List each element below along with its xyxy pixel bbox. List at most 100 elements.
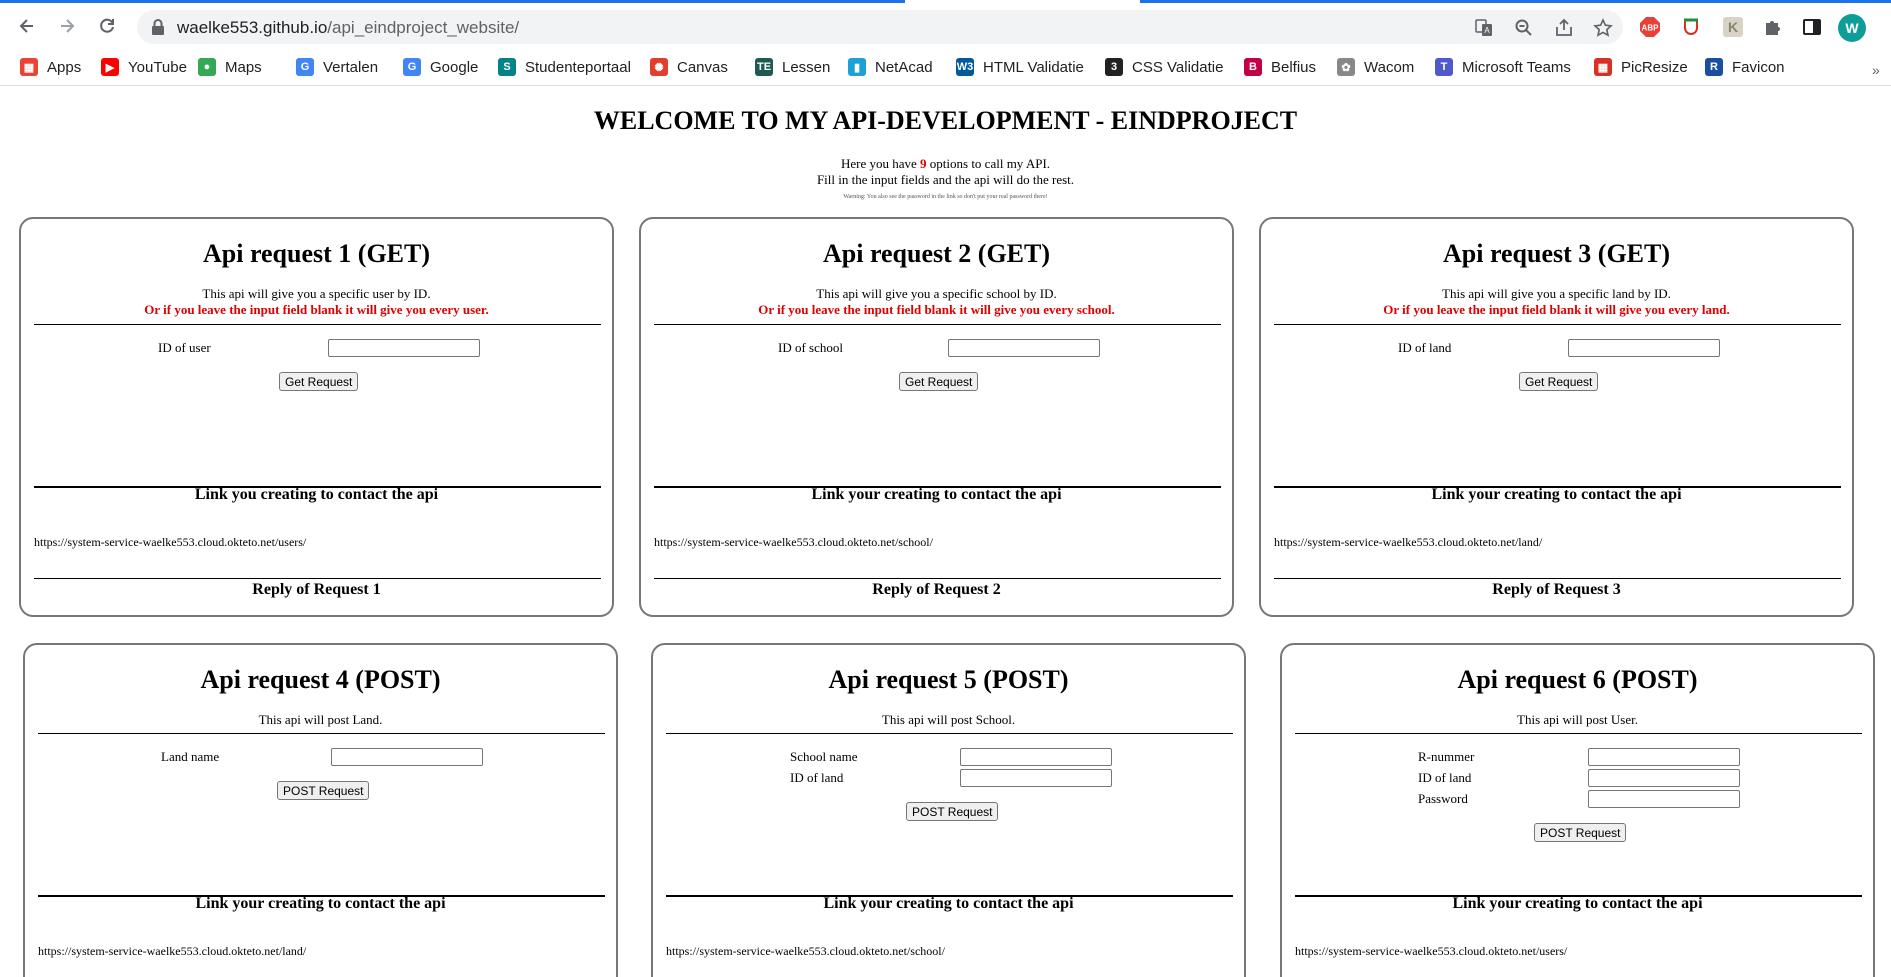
bookmark-belfius[interactable]: B Belfius	[1244, 56, 1316, 78]
password-warning: Warning: You also see the password in th…	[843, 194, 1048, 200]
bookmark-vertalen[interactable]: G Vertalen	[296, 56, 378, 78]
bookmark-css-validatie[interactable]: 3 CSS Validatie	[1105, 56, 1223, 78]
land-name-input[interactable]	[331, 748, 483, 766]
api-request-card-1: Api request 1 (GET) This api will give y…	[19, 217, 614, 617]
google-icon: G	[403, 58, 421, 76]
field-label: ID of user	[158, 340, 211, 355]
bookmark-microsoft-teams[interactable]: T Microsoft Teams	[1435, 56, 1571, 78]
bookmark-apps[interactable]: ▦ Apps	[20, 56, 81, 78]
profile-avatar[interactable]: W	[1838, 14, 1866, 42]
url-path: /api_eindproject_website/	[327, 18, 520, 37]
card-title: Api request 2 (GET)	[822, 239, 1051, 268]
api-link: https://system-service-waelke553.cloud.o…	[1274, 535, 1543, 549]
card-description: This api will post School.	[653, 712, 1244, 728]
forward-button[interactable]	[52, 11, 82, 41]
side-panel-icon[interactable]	[1799, 14, 1825, 40]
bookmark-lessen[interactable]: TE Lessen	[755, 56, 830, 78]
get-request-button-3[interactable]: Get Request	[1519, 372, 1599, 391]
card-title: Api request 1 (GET)	[202, 239, 431, 268]
card-desc-text: This api will give you a specific school…	[816, 286, 1057, 301]
bookmark-html-validatie[interactable]: W3 HTML Validatie	[956, 56, 1084, 78]
page-content: WELCOME TO MY API-DEVELOPMENT - EINDPROJ…	[0, 86, 1891, 977]
maps-pin-icon: ●	[198, 58, 216, 76]
post-request-button-5[interactable]: POST Request	[906, 802, 999, 821]
bookmark-label: PicResize	[1621, 58, 1688, 76]
bookmarks-overflow-chevron-icon[interactable]: »	[1872, 62, 1880, 78]
belfius-icon: B	[1244, 58, 1262, 76]
canvas-icon: ✺	[650, 58, 668, 76]
id-of-school-input[interactable]	[948, 339, 1100, 357]
wacom-icon: ✿	[1337, 58, 1355, 76]
extension-shield-icon[interactable]	[1678, 14, 1704, 40]
password-input[interactable]	[1588, 790, 1740, 808]
bookmark-label: Vertalen	[323, 58, 379, 76]
bookmark-maps[interactable]: ● Maps	[198, 56, 262, 78]
bookmark-wacom[interactable]: ✿ Wacom	[1337, 56, 1414, 78]
link-heading: Link your creating to contact the api	[1431, 486, 1682, 503]
bookmark-label: YouTube	[128, 58, 187, 76]
css-icon: 3	[1105, 58, 1123, 76]
divider	[666, 733, 1233, 734]
bookmark-label: Wacom	[1364, 58, 1415, 76]
bookmark-youtube[interactable]: ▶ YouTube	[101, 56, 187, 78]
r-nummer-input[interactable]	[1588, 748, 1740, 766]
reload-icon	[100, 18, 114, 33]
card-description: This api will give you a specific land b…	[1261, 286, 1852, 318]
bookmark-label: HTML Validatie	[983, 58, 1084, 76]
id-of-land-input[interactable]	[1568, 339, 1720, 357]
bookmark-studenteportaal[interactable]: S Studenteportaal	[498, 56, 631, 78]
card-description: This api will post User.	[1282, 712, 1873, 728]
bookmark-google[interactable]: G Google	[403, 56, 478, 78]
bookmark-label: Studenteportaal	[525, 58, 631, 76]
reply-heading: Reply of Request 2	[872, 581, 1001, 598]
get-request-button-2[interactable]: Get Request	[899, 372, 979, 391]
reload-button[interactable]	[92, 11, 122, 41]
intro-line-2: Fill in the input fields and the api wil…	[816, 172, 1075, 187]
get-request-button-1[interactable]: Get Request	[279, 372, 359, 391]
bookmark-label: NetAcad	[875, 58, 933, 76]
extensions-puzzle-icon[interactable]	[1760, 14, 1786, 40]
extension-k-icon[interactable]: K	[1720, 14, 1746, 40]
bookmark-label: Google	[430, 58, 479, 76]
id-of-user-input[interactable]	[328, 339, 480, 357]
bookmark-favicon[interactable]: R Favicon	[1705, 56, 1785, 78]
api-request-card-3: Api request 3 (GET) This api will give y…	[1259, 217, 1854, 617]
field-label: ID of land	[1418, 770, 1472, 785]
translate-icon: G	[296, 58, 314, 76]
w3c-icon: W3	[956, 58, 974, 76]
link-heading: Link your creating to contact the api	[1452, 895, 1703, 912]
field-label: ID of school	[778, 340, 843, 355]
divider	[1274, 324, 1841, 325]
share-icon[interactable]	[1554, 18, 1574, 38]
bookmark-label: Canvas	[677, 58, 728, 76]
bookmark-canvas[interactable]: ✺ Canvas	[650, 56, 728, 78]
cisco-icon: ▮	[848, 58, 866, 76]
field-label: Land name	[161, 749, 220, 764]
id-of-land-input[interactable]	[1588, 769, 1740, 787]
address-bar[interactable]: waelke553.github.io/api_eindproject_webs…	[137, 10, 1623, 44]
translate-page-icon[interactable]: A	[1474, 18, 1494, 38]
card-desc-warning: Or if you leave the input field blank it…	[758, 302, 1115, 317]
card-description: This api will give you a specific school…	[641, 286, 1232, 318]
card-title: Api request 3 (GET)	[1442, 239, 1671, 268]
post-request-button-6[interactable]: POST Request	[1534, 823, 1627, 842]
url-host: waelke553.github.io	[177, 18, 328, 37]
bookmark-label: Favicon	[1732, 58, 1785, 76]
card-desc-text: This api will give you a specific land b…	[1442, 286, 1671, 301]
card-desc-text: This api will post User.	[1517, 712, 1638, 727]
zoom-icon[interactable]	[1514, 18, 1534, 38]
card-desc-text: This api will post School.	[881, 712, 1016, 727]
post-request-button-4[interactable]: POST Request	[277, 781, 370, 800]
bookmark-star-icon[interactable]	[1593, 18, 1613, 38]
adblock-plus-icon[interactable]: ABP	[1637, 14, 1663, 40]
svg-text:A: A	[1484, 26, 1490, 35]
api-link: https://system-service-waelke553.cloud.o…	[38, 944, 307, 958]
card-title: Api request 5 (POST)	[828, 665, 1069, 694]
bookmark-label: CSS Validatie	[1132, 58, 1224, 76]
id-of-land-input[interactable]	[960, 769, 1112, 787]
back-button[interactable]	[12, 11, 42, 41]
bookmark-netacad[interactable]: ▮ NetAcad	[848, 56, 933, 78]
bookmark-picresize[interactable]: ▦ PicResize	[1594, 56, 1688, 78]
school-name-input[interactable]	[960, 748, 1112, 766]
api-link: https://system-service-waelke553.cloud.o…	[34, 535, 307, 549]
